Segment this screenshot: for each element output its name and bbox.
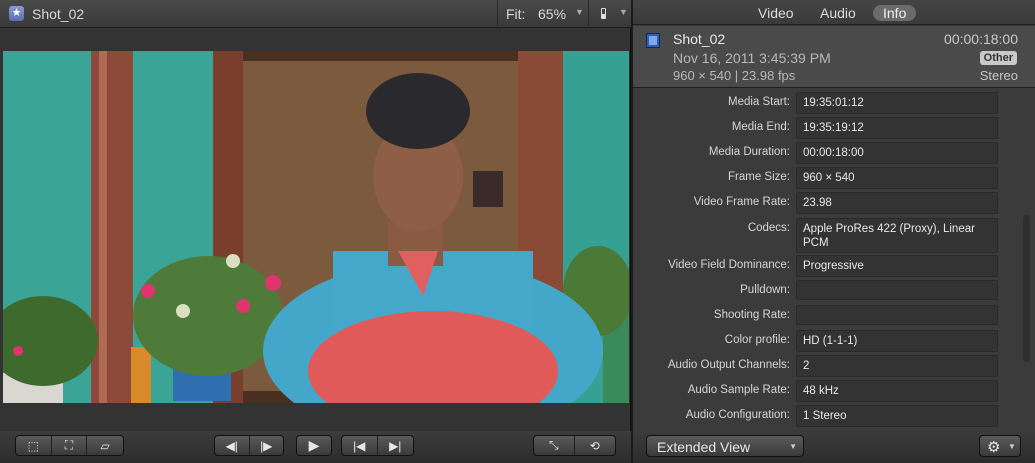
prop-label: Video Field Dominance: bbox=[668, 259, 790, 271]
prop-label: Frame Size: bbox=[728, 171, 790, 183]
prop-label: Media Duration: bbox=[708, 146, 790, 158]
prop-label: Codecs: bbox=[747, 222, 790, 234]
next-edit-icon: ▶| bbox=[389, 438, 402, 453]
edit-jump-group: |◀ ▶| bbox=[341, 435, 414, 456]
transform-button[interactable]: ⬚ bbox=[16, 436, 52, 455]
display-loop-group: ⤡ ⟲ bbox=[533, 435, 616, 456]
distort-icon: ▱ bbox=[100, 438, 110, 453]
tab-info[interactable]: Info bbox=[873, 5, 917, 21]
viewer-panel: ★ Shot_02 Fit: 65% ▼ ▼ ⬚ ⛶ ▱ ◀︎| |▶︎ ▶ |… bbox=[0, 0, 631, 463]
tab-video[interactable]: Video bbox=[758, 5, 794, 21]
prop-value[interactable] bbox=[796, 280, 998, 300]
inspector-toolbar: Extended View ▼ ⚙ ▼ bbox=[633, 431, 1035, 463]
prop-value[interactable] bbox=[796, 305, 998, 325]
frame-step-group: ◀︎| |▶︎ bbox=[214, 435, 284, 456]
viewer-titlebar: ★ Shot_02 Fit: 65% ▼ ▼ bbox=[0, 0, 631, 28]
fullscreen-button[interactable]: ⤡ bbox=[534, 436, 575, 455]
inspector-tabs: Video Audio Info bbox=[633, 0, 1035, 25]
prop-value[interactable]: 1 Stereo bbox=[796, 405, 998, 427]
loop-button[interactable]: ⟲ bbox=[575, 436, 616, 455]
video-frame-image bbox=[3, 51, 629, 403]
chevron-down-icon: ▼ bbox=[619, 7, 628, 17]
loop-icon: ⟲ bbox=[589, 438, 600, 453]
prop-label: Video Frame Rate: bbox=[693, 196, 790, 208]
metadata-view-select[interactable]: Extended View ▼ bbox=[646, 435, 804, 457]
chevron-down-icon: ▼ bbox=[789, 442, 797, 451]
prop-value[interactable]: Progressive bbox=[796, 255, 998, 277]
clip-info-header: Shot_02 00:00:18:00 Nov 16, 2011 3:45:39… bbox=[633, 26, 1035, 88]
step-forward-button[interactable]: |▶︎ bbox=[250, 436, 284, 455]
tab-audio[interactable]: Audio bbox=[820, 5, 856, 21]
step-forward-icon: |▶︎ bbox=[260, 438, 273, 453]
fit-value: 65% bbox=[538, 6, 567, 22]
prop-value[interactable]: 960 × 540 bbox=[796, 167, 998, 189]
fullscreen-arrows-icon: ⤡ bbox=[548, 438, 559, 452]
prop-value[interactable]: 48 kHz bbox=[796, 380, 998, 402]
view-options-popup[interactable]: ▼ bbox=[588, 0, 631, 28]
prop-label: Media End: bbox=[731, 121, 790, 133]
prop-value[interactable]: Apple ProRes 422 (Proxy), Linear PCM bbox=[796, 218, 998, 253]
viewer-clip-name: Shot_02 bbox=[32, 6, 85, 22]
transform-icon: ⬚ bbox=[27, 438, 39, 453]
next-edit-button[interactable]: ▶| bbox=[378, 436, 414, 455]
prop-label: Audio Sample Rate: bbox=[687, 384, 790, 396]
crop-button[interactable]: ⛶ bbox=[52, 436, 88, 455]
fit-zoom-popup[interactable]: Fit: 65% ▼ bbox=[497, 0, 584, 28]
previous-edit-icon: |◀ bbox=[353, 438, 366, 453]
toggle-switch-icon bbox=[601, 8, 606, 19]
previous-edit-button[interactable]: |◀ bbox=[342, 436, 378, 455]
step-back-button[interactable]: ◀︎| bbox=[215, 436, 250, 455]
crop-icon: ⛶ bbox=[64, 438, 74, 452]
distort-button[interactable]: ▱ bbox=[87, 436, 123, 455]
format-badge: Other bbox=[979, 51, 1017, 65]
play-button[interactable]: ▶ bbox=[297, 436, 331, 455]
gear-icon: ⚙ bbox=[987, 439, 1001, 456]
header-duration: 00:00:18:00 bbox=[944, 31, 1018, 47]
action-menu-button[interactable]: ⚙ ▼ bbox=[979, 435, 1021, 457]
chevron-down-icon: ▼ bbox=[575, 7, 584, 17]
prop-value[interactable]: 19:35:01:12 bbox=[796, 92, 998, 114]
prop-value[interactable]: 23.98 bbox=[796, 192, 998, 214]
prop-value[interactable]: HD (1-1-1) bbox=[796, 330, 998, 352]
clapper-star-icon: ★ bbox=[9, 6, 24, 21]
prop-label: Shooting Rate: bbox=[713, 309, 790, 321]
prop-value[interactable]: 00:00:18:00 bbox=[796, 142, 998, 164]
chevron-down-icon: ▼ bbox=[1008, 442, 1016, 451]
header-format: 960 × 540 | 23.98 fps bbox=[673, 68, 796, 83]
header-audio: Stereo bbox=[979, 68, 1018, 83]
prop-label: Color profile: bbox=[724, 334, 790, 346]
metadata-view-value: Extended View bbox=[657, 439, 751, 455]
viewer-toolbar: ⬚ ⛶ ▱ ◀︎| |▶︎ ▶ |◀ ▶| ⤡ ⟲ bbox=[0, 431, 631, 463]
metadata-scrollbar[interactable] bbox=[1023, 215, 1030, 362]
prop-label: Audio Output Channels: bbox=[667, 359, 790, 371]
play-group: ▶ bbox=[296, 435, 332, 456]
header-date: Nov 16, 2011 3:45:39 PM bbox=[673, 50, 831, 66]
film-clip-icon bbox=[646, 33, 660, 48]
fit-label: Fit: bbox=[506, 6, 526, 22]
prop-value[interactable]: 19:35:19:12 bbox=[796, 117, 998, 139]
header-clip-name: Shot_02 bbox=[673, 31, 726, 47]
prop-value[interactable]: 2 bbox=[796, 355, 998, 377]
inspector-panel: Video Audio Info Shot_02 00:00:18:00 Nov… bbox=[633, 0, 1035, 463]
prop-label: Audio Configuration: bbox=[685, 409, 790, 421]
play-icon: ▶ bbox=[308, 437, 320, 453]
metadata-list: Media Start: 19:35:01:12 Media End: 19:3… bbox=[633, 89, 1035, 427]
video-frame[interactable] bbox=[3, 51, 629, 403]
prop-label: Media Start: bbox=[728, 96, 790, 108]
step-back-icon: ◀︎| bbox=[225, 438, 238, 453]
prop-label: Pulldown: bbox=[740, 284, 790, 296]
onscreen-controls-group: ⬚ ⛶ ▱ bbox=[15, 435, 124, 456]
